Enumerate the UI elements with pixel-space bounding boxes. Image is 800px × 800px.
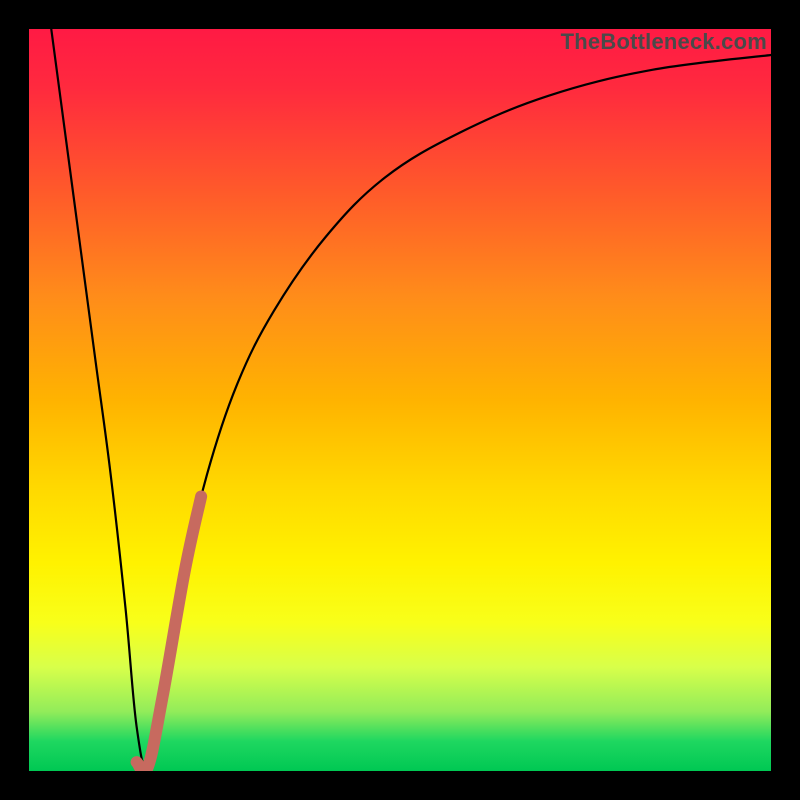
chart-frame: TheBottleneck.com bbox=[0, 0, 800, 800]
plot-area: TheBottleneck.com bbox=[29, 29, 771, 771]
curve-layer bbox=[29, 29, 771, 771]
bottleneck-curve bbox=[51, 29, 771, 768]
highlight-segment bbox=[137, 496, 202, 771]
